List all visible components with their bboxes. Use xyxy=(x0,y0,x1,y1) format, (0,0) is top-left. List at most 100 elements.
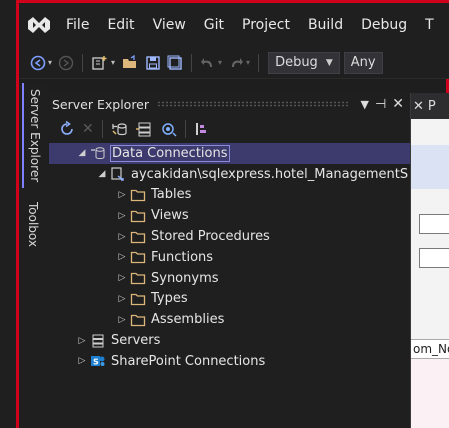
menu-project[interactable]: Project xyxy=(233,17,299,33)
save-all-icon[interactable] xyxy=(164,52,186,74)
side-tool-tabs: Server Explorer Toolbox xyxy=(19,83,47,428)
database-connection-icon xyxy=(109,166,127,182)
folder-icon xyxy=(129,250,147,264)
connect-to-database-icon[interactable] xyxy=(108,118,132,140)
tree-node-assemblies[interactable]: ▷ Assemblies xyxy=(49,309,410,330)
expand-arrow-icon[interactable]: ▷ xyxy=(75,356,89,366)
expand-arrow-icon[interactable]: ▷ xyxy=(115,232,129,242)
tree-node-label: Functions xyxy=(151,249,214,265)
new-project-icon[interactable]: ▾ xyxy=(88,52,118,74)
tree-node-label: Assemblies xyxy=(151,312,225,328)
folder-icon xyxy=(129,313,147,327)
solution-platform-value: Any xyxy=(350,55,376,70)
menu-bar: File Edit View Git Project Build Debug T xyxy=(19,3,449,47)
menu-build[interactable]: Build xyxy=(299,17,352,33)
document-tab-partial[interactable]: P xyxy=(428,99,436,114)
server-explorer-panel: Server Explorer ▼ ⊣ ✕ ✕ ◢ Data Connectio… xyxy=(49,93,411,428)
forward-navigation-icon[interactable] xyxy=(55,52,77,74)
window-options-icon[interactable]: ▼ xyxy=(357,98,371,111)
tree-node-stored-procedures[interactable]: ▷ Stored Procedures xyxy=(49,226,410,247)
solution-configuration-value: Debug xyxy=(275,55,318,70)
tree-node-functions[interactable]: ▷ Functions xyxy=(49,247,410,268)
servers-icon xyxy=(89,334,107,348)
tree-node-types[interactable]: ▷ Types xyxy=(49,289,410,310)
data-connections-icon xyxy=(89,146,107,160)
expand-arrow-icon[interactable]: ▷ xyxy=(115,294,129,304)
form-text-field[interactable] xyxy=(419,248,449,268)
document-editor-area: ✕ P om_No xyxy=(411,93,449,428)
properties-icon[interactable] xyxy=(191,118,213,140)
redo-icon[interactable]: ▾ xyxy=(225,52,253,74)
tree-node-tables[interactable]: ▷ Tables xyxy=(49,185,410,206)
menu-debug[interactable]: Debug xyxy=(352,17,416,33)
tab-close-icon[interactable]: ✕ xyxy=(413,99,424,114)
form-header-region xyxy=(411,145,449,189)
expand-arrow-icon[interactable]: ▷ xyxy=(115,190,129,200)
menu-tools[interactable]: T xyxy=(416,17,443,33)
tree-node-servers[interactable]: ▷ Servers xyxy=(49,330,410,351)
connect-to-server-icon[interactable] xyxy=(132,118,156,140)
sharepoint-icon: S xyxy=(89,354,107,368)
side-tab-server-explorer[interactable]: Server Explorer xyxy=(22,83,46,189)
form-text-field[interactable] xyxy=(419,214,449,234)
menu-git[interactable]: Git xyxy=(195,17,233,33)
refresh-icon[interactable] xyxy=(55,118,79,140)
tree-node-label: Servers xyxy=(111,333,161,349)
expand-arrow-icon[interactable]: ▷ xyxy=(115,273,129,283)
toolbar-separator xyxy=(82,53,84,72)
panel-title: Server Explorer xyxy=(52,96,150,112)
collapse-arrow-icon[interactable]: ◢ xyxy=(75,148,89,158)
tree-node-synonyms[interactable]: ▷ Synonyms xyxy=(49,268,410,289)
tree-node-label: Views xyxy=(151,208,189,224)
undo-icon[interactable]: ▾ xyxy=(197,52,225,74)
connect-to-azure-icon[interactable] xyxy=(156,118,180,140)
document-tab-bar: ✕ P xyxy=(411,93,449,119)
visual-studio-logo-icon[interactable] xyxy=(21,10,57,40)
toolbar-separator xyxy=(101,120,103,138)
expand-arrow-icon[interactable]: ▷ xyxy=(115,315,129,325)
expand-arrow-icon[interactable]: ▷ xyxy=(115,252,129,262)
tree-node-label: Stored Procedures xyxy=(151,229,270,245)
menu-file[interactable]: File xyxy=(57,17,98,33)
collapse-arrow-icon[interactable]: ◢ xyxy=(95,169,109,179)
menu-view[interactable]: View xyxy=(144,17,195,33)
toolbar-separator xyxy=(184,120,186,138)
expand-arrow-icon[interactable]: ▷ xyxy=(75,336,89,346)
data-grid-body[interactable] xyxy=(411,359,449,428)
expand-arrow-icon[interactable]: ▷ xyxy=(115,211,129,221)
solution-platform-dropdown[interactable]: Any xyxy=(343,51,383,74)
toolbar-separator xyxy=(258,53,260,72)
panel-header: Server Explorer ▼ ⊣ ✕ xyxy=(49,93,410,115)
tree-node-label: SharePoint Connections xyxy=(111,353,266,369)
tree-node-label: Types xyxy=(151,291,188,307)
side-tab-toolbox[interactable]: Toolbox xyxy=(22,196,44,253)
folder-icon xyxy=(129,230,147,244)
solution-configuration-dropdown[interactable]: Debug ▼ xyxy=(268,51,340,74)
save-icon[interactable] xyxy=(142,52,164,74)
tree-node-label: aycakidan\sqlexpress.hotel_ManagementS xyxy=(131,166,409,182)
standard-toolbar: ▾ ▾ ▾ ▾ Debug ▼ Any xyxy=(19,47,449,79)
pin-icon[interactable]: ⊣ xyxy=(372,97,389,112)
tree-node-connection[interactable]: ◢ aycakidan\sqlexpress.hotel_ManagementS xyxy=(49,164,410,185)
open-folder-icon[interactable] xyxy=(118,52,142,74)
back-navigation-icon[interactable]: ▾ xyxy=(27,52,55,74)
tree-node-label: Synonyms xyxy=(151,270,219,286)
server-explorer-tree: ◢ Data Connections ◢ aycakidan\sqlexpres… xyxy=(49,143,410,372)
grid-column-header[interactable]: om_No xyxy=(411,339,449,359)
panel-toolbar: ✕ xyxy=(49,115,410,143)
svg-text:S: S xyxy=(93,358,99,367)
panel-drag-grip[interactable] xyxy=(157,101,350,107)
close-icon[interactable]: ✕ xyxy=(389,96,410,112)
vs-window: File Edit View Git Project Build Debug T… xyxy=(16,0,449,428)
tree-node-label: Data Connections xyxy=(110,144,230,162)
stop-refresh-icon[interactable]: ✕ xyxy=(79,118,97,140)
folder-icon xyxy=(129,271,147,285)
folder-icon xyxy=(129,292,147,306)
toolbar-separator xyxy=(191,53,193,72)
chevron-down-icon: ▼ xyxy=(325,57,333,68)
tree-node-sharepoint-connections[interactable]: ▷ S SharePoint Connections xyxy=(49,351,410,372)
tree-node-data-connections[interactable]: ◢ Data Connections xyxy=(49,143,410,164)
tree-node-views[interactable]: ▷ Views xyxy=(49,205,410,226)
folder-icon xyxy=(129,209,147,223)
menu-edit[interactable]: Edit xyxy=(98,17,143,33)
